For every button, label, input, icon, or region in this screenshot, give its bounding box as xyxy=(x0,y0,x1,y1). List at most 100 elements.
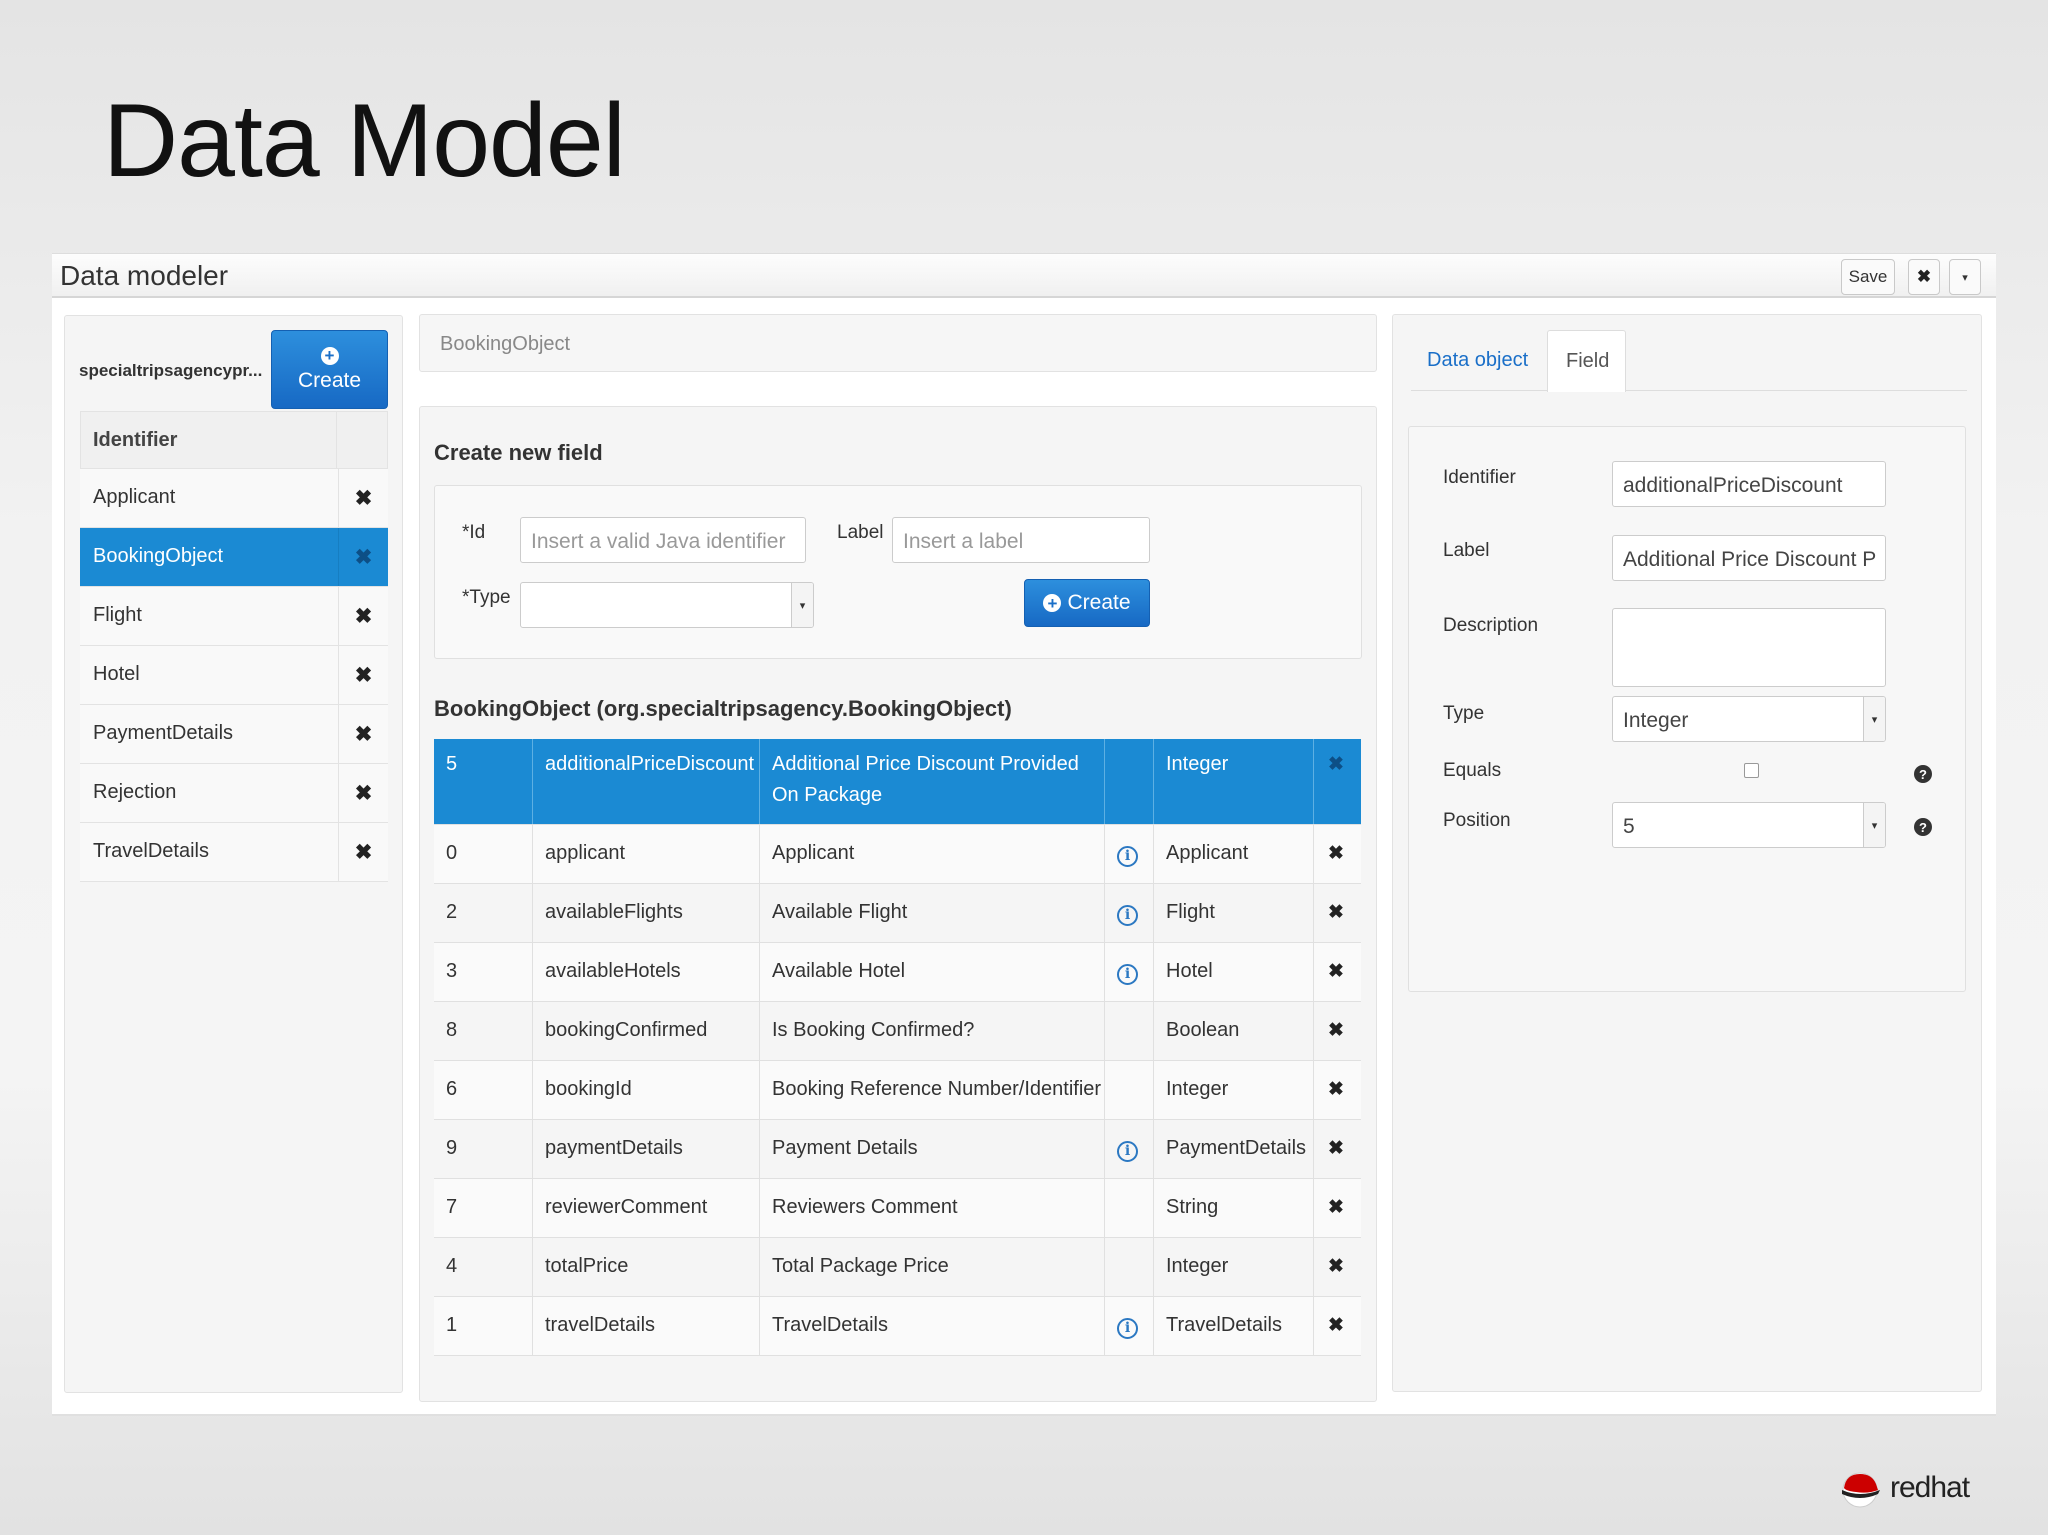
data-object-label: PaymentDetails xyxy=(93,722,234,744)
data-object-item[interactable]: Applicant ✖ xyxy=(80,469,388,528)
delete-object-button[interactable]: ✖ xyxy=(338,587,388,645)
delete-object-button[interactable]: ✖ xyxy=(338,646,388,704)
data-object-label: Applicant xyxy=(93,486,176,508)
info-icon[interactable]: i xyxy=(1117,963,1138,985)
delete-field-button[interactable]: ✖ xyxy=(1314,1120,1361,1178)
delete-field-button[interactable]: ✖ xyxy=(1314,1002,1361,1060)
position-cell: 2 xyxy=(434,884,533,942)
delete-icon: ✖ xyxy=(1328,1138,1344,1159)
position-cell: 7 xyxy=(434,1179,533,1237)
brand-text: redhat xyxy=(1890,1471,1970,1504)
create-field-button[interactable]: + Create xyxy=(1024,579,1150,627)
table-row-selected[interactable]: 5 additionalPriceDiscount Additional Pri… xyxy=(434,739,1361,825)
breadcrumb-bar: BookingObject xyxy=(419,314,1377,372)
info-cell: i xyxy=(1105,943,1154,1001)
label-label: Label xyxy=(837,522,884,543)
identifier-cell: bookingId xyxy=(533,1061,760,1119)
table-row[interactable]: 2 availableFlights Available Flight i Flight… xyxy=(434,884,1361,943)
delete-field-button[interactable]: ✖ xyxy=(1314,1238,1361,1296)
data-object-item[interactable]: Rejection ✖ xyxy=(80,764,388,823)
delete-object-button[interactable]: ✖ xyxy=(338,705,388,763)
table-row[interactable]: 9 paymentDetails Payment Details i PaymentDe… xyxy=(434,1120,1361,1179)
breadcrumb: BookingObject xyxy=(440,333,571,355)
caret-down-icon: ▾ xyxy=(1863,803,1885,847)
field-label-input[interactable]: Insert a label xyxy=(892,517,1150,563)
info-icon[interactable]: i xyxy=(1117,1317,1138,1339)
tab-field[interactable]: Field xyxy=(1547,330,1626,392)
delete-icon: ✖ xyxy=(1328,1256,1344,1277)
caret-down-icon: ▾ xyxy=(1863,697,1885,741)
app-header: Data modeler Save ✖ ▾ xyxy=(52,254,1996,298)
delete-object-button[interactable]: ✖ xyxy=(338,469,388,527)
identifier-input[interactable]: additionalPriceDiscount xyxy=(1612,461,1886,507)
close-button[interactable]: ✖ xyxy=(1908,259,1940,295)
label-cell: Total Package Price xyxy=(760,1238,1105,1296)
delete-field-button[interactable]: ✖ xyxy=(1314,739,1361,824)
table-row[interactable]: 8 bookingConfirmed Is Booking Confirmed? Bo… xyxy=(434,1002,1361,1061)
delete-icon: ✖ xyxy=(1328,902,1344,923)
delete-icon: ✖ xyxy=(1328,1020,1344,1041)
delete-icon: ✖ xyxy=(354,663,373,687)
info-icon[interactable]: i xyxy=(1117,1140,1138,1162)
data-object-item[interactable]: PaymentDetails ✖ xyxy=(80,705,388,764)
type-cell: Flight xyxy=(1154,884,1314,942)
create-object-button[interactable]: + Create xyxy=(271,330,388,409)
redhat-logo: redhat xyxy=(1838,1468,1970,1508)
delete-icon: ✖ xyxy=(354,486,373,510)
delete-field-button[interactable]: ✖ xyxy=(1314,1179,1361,1237)
delete-object-button[interactable]: ✖ xyxy=(338,764,388,822)
menu-dropdown-button[interactable]: ▾ xyxy=(1949,259,1981,295)
type-cell: PaymentDetails xyxy=(1154,1120,1314,1178)
equals-help-icon[interactable]: ? xyxy=(1914,765,1932,783)
delete-object-button[interactable]: ✖ xyxy=(338,528,388,586)
equals-checkbox[interactable] xyxy=(1744,763,1759,778)
info-cell xyxy=(1105,739,1154,824)
create-field-form xyxy=(434,485,1362,659)
label-cell: Payment Details xyxy=(760,1120,1105,1178)
identifier-label: Identifier xyxy=(1443,467,1516,488)
delete-icon: ✖ xyxy=(1328,1315,1344,1336)
delete-field-button[interactable]: ✖ xyxy=(1314,825,1361,883)
position-cell: 8 xyxy=(434,1002,533,1060)
data-object-item[interactable]: Hotel ✖ xyxy=(80,646,388,705)
delete-object-button[interactable]: ✖ xyxy=(338,823,388,881)
info-icon[interactable]: i xyxy=(1117,904,1138,926)
table-row[interactable]: 1 travelDetails TravelDetails i TravelDetail… xyxy=(434,1297,1361,1356)
delete-field-button[interactable]: ✖ xyxy=(1314,884,1361,942)
label-cell: Booking Reference Number/Identifier xyxy=(760,1061,1105,1119)
table-row[interactable]: 3 availableHotels Available Hotel i Hotel ✖ xyxy=(434,943,1361,1002)
type-select[interactable]: Integer ▾ xyxy=(1612,696,1886,742)
save-button[interactable]: Save xyxy=(1841,259,1895,295)
delete-icon: ✖ xyxy=(1328,1079,1344,1100)
table-row[interactable]: 6 bookingId Booking Reference Number/Ident… xyxy=(434,1061,1361,1120)
delete-icon: ✖ xyxy=(354,781,373,805)
data-object-item[interactable]: TravelDetails ✖ xyxy=(80,823,388,882)
position-help-icon[interactable]: ? xyxy=(1914,818,1932,836)
description-textarea[interactable] xyxy=(1612,608,1886,687)
info-cell xyxy=(1105,1179,1154,1237)
data-object-item[interactable]: Flight ✖ xyxy=(80,587,388,646)
info-cell: i xyxy=(1105,884,1154,942)
label-cell: Applicant xyxy=(760,825,1105,883)
id-label: *Id xyxy=(462,522,486,543)
create-object-label: Create xyxy=(297,368,362,392)
label-input[interactable]: Additional Price Discount P xyxy=(1612,535,1886,581)
data-object-item[interactable]: BookingObject ✖ xyxy=(80,528,388,587)
delete-field-button[interactable]: ✖ xyxy=(1314,943,1361,1001)
position-cell: 1 xyxy=(434,1297,533,1355)
position-select[interactable]: 5 ▾ xyxy=(1612,802,1886,848)
type-label: *Type xyxy=(462,587,511,608)
table-row[interactable]: 4 totalPrice Total Package Price Integer ✖ xyxy=(434,1238,1361,1297)
label-line-1: Additional Price Discount Provided xyxy=(772,753,1079,775)
field-id-input[interactable]: Insert a valid Java identifier xyxy=(520,517,806,563)
tab-data-object[interactable]: Data object xyxy=(1411,345,1537,391)
identifier-cell: applicant xyxy=(533,825,760,883)
delete-field-button[interactable]: ✖ xyxy=(1314,1061,1361,1119)
info-icon[interactable]: i xyxy=(1117,845,1138,867)
table-row[interactable]: 7 reviewerComment Reviewers Comment String ✖ xyxy=(434,1179,1361,1238)
position-cell: 9 xyxy=(434,1120,533,1178)
field-type-select[interactable]: ▾ xyxy=(520,582,814,628)
close-icon: ✖ xyxy=(1916,267,1932,286)
table-row[interactable]: 0 applicant Applicant i Applicant ✖ xyxy=(434,825,1361,884)
delete-field-button[interactable]: ✖ xyxy=(1314,1297,1361,1355)
